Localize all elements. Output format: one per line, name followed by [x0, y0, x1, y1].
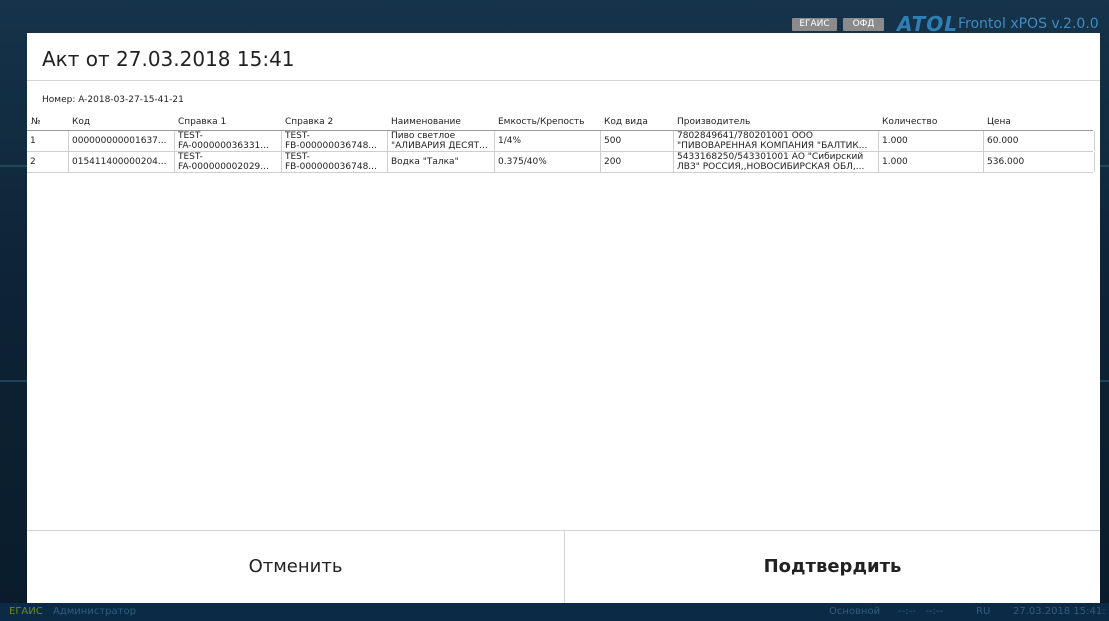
- cell-quantity: 1.000: [878, 131, 984, 151]
- atol-logo: ATOL: [897, 12, 958, 36]
- cell-kind: 500: [600, 131, 674, 151]
- column-header: Производитель: [677, 117, 751, 127]
- cell-price: 536.000: [983, 152, 1095, 172]
- column-header: Код: [72, 117, 91, 127]
- act-number: Номер: A-2018-03-27-15-41-21: [42, 95, 184, 105]
- language-indicator[interactable]: RU: [976, 606, 990, 618]
- cell-volume: 0.375/40%: [494, 152, 601, 172]
- egais-badge[interactable]: ЕГАИС: [792, 18, 837, 31]
- items-table: № Код Справка 1 Справка 2 Наименование Е…: [27, 116, 1095, 173]
- cell-ref1: TEST- FA-000000002029...: [174, 152, 281, 172]
- cell-ref1: TEST- FA-000000036331...: [174, 131, 281, 151]
- cell-producer: 7802849641/780201001 ООО "ПИВОВАРЕННАЯ КО…: [673, 131, 879, 151]
- confirm-button[interactable]: Подтвердить: [565, 531, 1100, 603]
- clock: 27.03.2018 15:41:: [1013, 606, 1106, 617]
- user-name: Администратор: [53, 606, 136, 617]
- indicator-text: --:-- --:--: [898, 606, 944, 617]
- cell-name: Водка "Талка": [387, 152, 494, 172]
- column-header: №: [31, 117, 41, 127]
- column-header: Количество: [882, 117, 938, 127]
- column-header: Цена: [987, 117, 1011, 127]
- column-header: Код вида: [604, 117, 648, 127]
- cell-volume: 1/4%: [494, 131, 601, 151]
- cancel-button[interactable]: Отменить: [27, 531, 565, 603]
- dialog-footer: Отменить Подтвердить: [27, 530, 1100, 603]
- cell-number: 1: [30, 136, 36, 146]
- egais-status: ЕГАИС: [9, 606, 43, 617]
- cell-quantity: 1.000: [878, 152, 984, 172]
- column-header: Справка 1: [178, 117, 227, 127]
- column-header: Наименование: [391, 117, 461, 127]
- cell-kind: 200: [600, 152, 674, 172]
- cell-ref2: TEST- FB-000000036748...: [281, 131, 388, 151]
- table-row[interactable]: 1 000000000001637... TEST- FA-00000003633…: [27, 131, 1095, 152]
- cell-price: 60.000: [983, 131, 1095, 151]
- act-dialog: Акт от 27.03.2018 15:41 Номер: A-2018-03…: [27, 33, 1100, 603]
- column-header: Емкость/Крепость: [498, 117, 585, 127]
- title-divider: [27, 80, 1100, 81]
- mode-label: Основной: [829, 606, 881, 617]
- dialog-title: Акт от 27.03.2018 15:41: [42, 47, 295, 71]
- cell-producer: 5433168250/543301001 АО "Сибирский ЛВЗ" Р…: [673, 152, 879, 172]
- column-header: Справка 2: [285, 117, 334, 127]
- table-header: № Код Справка 1 Справка 2 Наименование Е…: [27, 116, 1093, 131]
- cell-number: 2: [30, 157, 36, 167]
- ofd-badge[interactable]: ОФД: [843, 18, 884, 31]
- cell-ref2: TEST- FB-000000036748...: [281, 152, 388, 172]
- cell-name: Пиво светлое "АЛИВАРИЯ ДЕСЯТ...: [387, 131, 494, 151]
- table-row[interactable]: 2 015411400000204... TEST- FA-00000000202…: [27, 152, 1095, 173]
- cell-code: 015411400000204...: [68, 152, 175, 172]
- status-bar: ЕГАИС Администратор Основной --:-- --:--…: [0, 603, 1109, 621]
- app-title: Frontol xPOS v.2.0.0: [958, 16, 1099, 32]
- cell-code: 000000000001637...: [68, 131, 175, 151]
- top-bar: ЕГАИС ОФД ATOL Frontol xPOS v.2.0.0: [0, 0, 1109, 36]
